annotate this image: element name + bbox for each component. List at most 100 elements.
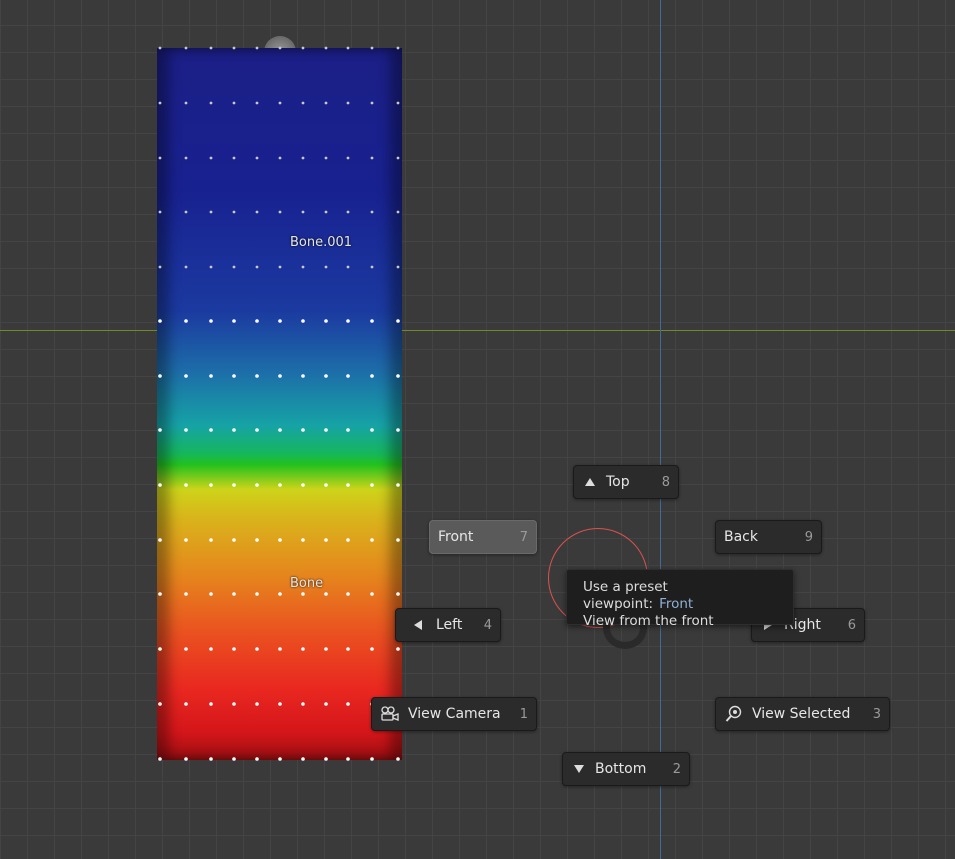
mesh-vertex — [158, 592, 162, 596]
mesh-vertex — [232, 265, 236, 269]
mesh-vertex — [346, 156, 350, 160]
mesh-vertex — [232, 101, 236, 105]
mesh-vertex — [346, 538, 350, 542]
mesh-vertex — [301, 374, 305, 378]
mesh-vertex — [301, 156, 305, 160]
mesh-vertex — [324, 265, 328, 269]
mesh-vertex — [158, 374, 162, 378]
mesh-vertex — [232, 210, 236, 214]
mesh-vertex — [346, 592, 350, 596]
mesh-vertex — [346, 319, 350, 323]
mesh-vertex — [209, 210, 213, 214]
mesh-vertex — [370, 265, 374, 269]
pie-item-top[interactable]: Top 8 — [573, 465, 679, 499]
mesh-vertex — [232, 428, 236, 432]
pie-item-label: View Camera — [408, 706, 501, 722]
mesh-vertex — [370, 538, 374, 542]
pie-item-view-selected[interactable]: View Selected 3 — [715, 697, 890, 731]
mesh-vertex — [324, 428, 328, 432]
mesh-vertex — [324, 374, 328, 378]
mesh-vertex — [278, 757, 282, 761]
mesh-vertex — [346, 757, 350, 761]
mesh-vertex — [278, 647, 282, 651]
mesh-vertex — [158, 156, 162, 160]
mesh-vertex — [301, 538, 305, 542]
mesh-vertex — [278, 428, 282, 432]
pie-item-shortcut: 6 — [847, 617, 856, 633]
mesh-vertex — [255, 156, 259, 160]
mesh-vertex — [324, 483, 328, 487]
mesh-vertex — [232, 592, 236, 596]
mesh-vertex — [346, 428, 350, 432]
mesh-vertex — [370, 156, 374, 160]
tooltip-description: View from the front — [583, 613, 714, 629]
mesh-vertex — [324, 702, 328, 706]
pie-item-label: Front — [438, 529, 474, 545]
pie-item-shortcut: 2 — [672, 761, 681, 777]
mesh-vertex — [301, 46, 305, 50]
mesh-vertex — [396, 757, 400, 761]
mesh-vertex — [255, 483, 259, 487]
pie-item-bottom[interactable]: Bottom 2 — [562, 752, 690, 786]
mesh-vertex — [301, 265, 305, 269]
mesh-vertex — [301, 702, 305, 706]
mesh-vertex — [184, 265, 188, 269]
mesh-vertex — [278, 483, 282, 487]
mesh-vertex — [209, 101, 213, 105]
mesh-vertex — [209, 428, 213, 432]
mesh-vertex — [346, 210, 350, 214]
mesh-vertex — [184, 156, 188, 160]
mesh-vertex — [184, 647, 188, 651]
mesh-vertex — [255, 265, 259, 269]
mesh-vertex — [184, 428, 188, 432]
mesh-vertex — [324, 538, 328, 542]
mesh-vertex — [184, 757, 188, 761]
mesh-vertex — [301, 757, 305, 761]
mesh-vertex — [209, 592, 213, 596]
mesh-vertex — [232, 46, 236, 50]
mesh-vertex — [324, 46, 328, 50]
mesh-vertex — [324, 101, 328, 105]
mesh-vertex — [209, 156, 213, 160]
pie-item-left[interactable]: Left 4 — [395, 608, 501, 642]
mesh-vertex — [346, 374, 350, 378]
pie-item-back[interactable]: Back 9 — [715, 520, 822, 554]
mesh-vertex — [184, 374, 188, 378]
mesh-vertex — [158, 757, 162, 761]
mesh-vertex — [255, 538, 259, 542]
mesh-vertex — [184, 210, 188, 214]
pie-item-front[interactable]: Front 7 — [429, 520, 537, 554]
mesh-vertex — [158, 101, 162, 105]
triangle-down-icon — [571, 764, 587, 774]
pie-item-shortcut: 8 — [661, 474, 670, 490]
pie-item-label: Left — [436, 617, 463, 633]
pie-item-label: Bottom — [595, 761, 647, 777]
mesh-vertex — [301, 483, 305, 487]
mesh-vertex — [158, 538, 162, 542]
mesh-vertex — [346, 702, 350, 706]
mesh-vertex — [209, 483, 213, 487]
mesh-vertex — [301, 101, 305, 105]
mesh-vertex — [184, 483, 188, 487]
mesh-vertex — [370, 101, 374, 105]
mesh-vertex — [184, 538, 188, 542]
mesh-vertex — [278, 210, 282, 214]
mesh-vertex — [324, 156, 328, 160]
mesh-vertex — [324, 319, 328, 323]
mesh-vertex — [346, 101, 350, 105]
mesh-vertex — [255, 210, 259, 214]
mesh-vertex — [396, 210, 400, 214]
mesh-vertex — [370, 46, 374, 50]
mesh-vertex — [346, 46, 350, 50]
mesh-vertex — [184, 592, 188, 596]
mesh-vertex — [324, 210, 328, 214]
mesh-vertex — [370, 483, 374, 487]
mesh-vertex — [232, 319, 236, 323]
mesh-vertex — [255, 374, 259, 378]
mesh-vertex — [370, 592, 374, 596]
pie-item-view-camera[interactable]: View Camera 1 — [371, 697, 537, 731]
mesh-vertex — [232, 483, 236, 487]
pie-item-label: View Selected — [752, 706, 851, 722]
mesh-vertex — [370, 428, 374, 432]
mesh-vertex — [396, 46, 400, 50]
